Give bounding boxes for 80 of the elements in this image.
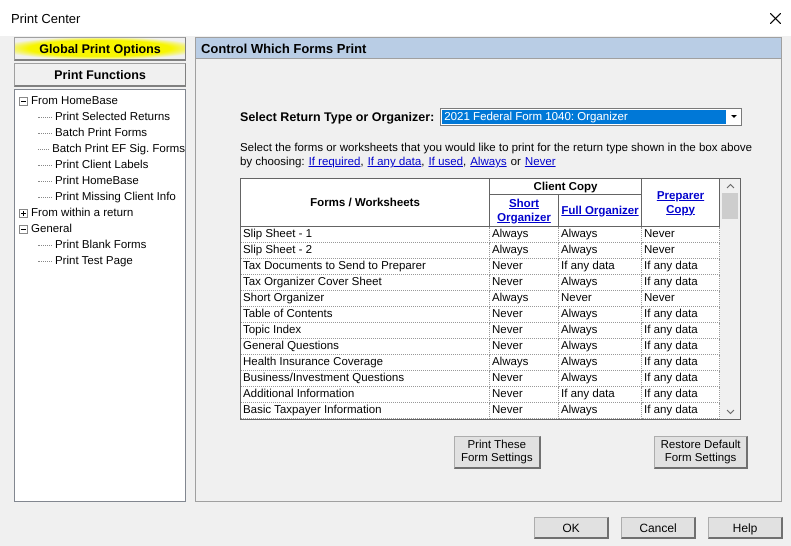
table-cell: Topic Index — [241, 323, 490, 339]
tree-item[interactable]: Print Client Labels — [55, 159, 148, 171]
or-text: or — [510, 155, 521, 169]
choice-link[interactable]: Never — [524, 155, 556, 169]
table-cell: Always — [559, 339, 642, 355]
scrollbar[interactable] — [720, 179, 740, 419]
tree-item[interactable]: Batch Print Forms — [55, 127, 148, 139]
choice-link[interactable]: If required — [308, 155, 360, 169]
tree-item[interactable]: General — [31, 223, 72, 235]
table-cell: Never — [490, 275, 559, 291]
choice-link[interactable]: If used — [428, 155, 464, 169]
table-cell: Always — [559, 323, 642, 339]
comma-text: , — [421, 155, 424, 169]
tree-item[interactable]: Print Selected Returns — [55, 111, 170, 123]
table-cell: Never — [490, 307, 559, 323]
choice-link[interactable]: Always — [470, 155, 507, 169]
close-icon[interactable] — [770, 12, 781, 24]
table-cell: Health Insurance Coverage — [241, 355, 490, 371]
table-cell: Always — [559, 355, 642, 371]
table-cell: Tax Documents to Send to Preparer — [241, 259, 490, 275]
tree-item[interactable]: Print Missing Client Info — [55, 191, 176, 203]
table-cell: Never — [490, 371, 559, 387]
tree-item[interactable]: From within a return — [31, 207, 134, 219]
column-header-link[interactable]: Preparer Copy — [642, 188, 719, 216]
table-cell: Basic Taxpayer Information — [241, 403, 490, 419]
window-title: Print Center — [11, 10, 80, 26]
table-cell: Always — [490, 291, 559, 307]
table-cell: Always — [559, 275, 642, 291]
table-cell: If any data — [559, 387, 642, 403]
tree-item[interactable]: Print Blank Forms — [55, 239, 146, 251]
table-cell: Always — [490, 243, 559, 259]
table-cell: Business/Investment Questions — [241, 371, 490, 387]
table-cell: Slip Sheet - 1 — [241, 227, 490, 243]
tree-item[interactable]: Print HomeBase — [55, 175, 139, 187]
column-group-header: Client Copy — [490, 179, 642, 195]
table-cell: Never — [490, 339, 559, 355]
table-cell: Always — [559, 227, 642, 243]
dialog-button[interactable]: OK — [534, 517, 609, 539]
table-cell: Always — [559, 307, 642, 323]
expand-icon[interactable] — [19, 208, 28, 218]
collapse-icon[interactable] — [19, 224, 28, 234]
table-cell: Always — [490, 227, 559, 243]
table-cell: Never — [490, 387, 559, 403]
table-cell: Never — [490, 323, 559, 339]
column-header-link[interactable]: Full Organizer — [561, 204, 639, 218]
tree-item[interactable]: Print Test Page — [55, 255, 133, 267]
select-label: Select Return Type or Organizer: — [240, 110, 434, 124]
column-header: Forms / Worksheets — [241, 179, 490, 227]
scroll-thumb[interactable] — [722, 193, 738, 219]
choice-link[interactable]: If any data — [368, 155, 422, 169]
sidebar-button[interactable]: Global Print Options — [14, 37, 186, 61]
table-cell: Always — [559, 243, 642, 259]
tree-item[interactable]: Batch Print EF Sig. Forms — [52, 143, 185, 155]
form-settings-button[interactable]: Restore Default Form Settings — [654, 436, 748, 469]
tree-item[interactable]: From HomeBase — [31, 95, 118, 107]
instruction-text: Select the forms or worksheets that you would like to print for the return type shown in the box above — [240, 141, 752, 155]
return-type-dropdown[interactable]: 2021 Federal Form 1040: Organizer — [440, 108, 742, 126]
sidebar-button[interactable]: Print Functions — [14, 63, 186, 87]
table-cell: If any data — [559, 259, 642, 275]
comma-text: , — [463, 155, 466, 169]
comma-text: , — [360, 155, 364, 169]
table-cell: Table of Contents — [241, 307, 490, 323]
panel-title: Control Which Forms Print — [201, 40, 366, 56]
table-cell: Never — [559, 291, 642, 307]
table-cell: Additional Information — [241, 387, 490, 403]
collapse-icon[interactable] — [19, 96, 28, 106]
instruction-text: by choosing: — [240, 155, 305, 169]
table-cell: Never — [490, 259, 559, 275]
table-cell: Tax Organizer Cover Sheet — [241, 275, 490, 291]
table-cell: Always — [559, 403, 642, 419]
table-cell: Short Organizer — [241, 291, 490, 307]
dialog-button[interactable]: Help — [708, 517, 783, 539]
form-settings-button[interactable]: Print These Form Settings — [454, 436, 541, 469]
table-cell: Always — [559, 371, 642, 387]
column-header-link[interactable]: Short Organizer — [490, 196, 558, 224]
dialog-button[interactable]: Cancel — [621, 517, 696, 539]
table-cell: Always — [490, 355, 559, 371]
table-cell: General Questions — [241, 339, 490, 355]
table-cell: Never — [490, 403, 559, 419]
table-cell: Slip Sheet - 2 — [241, 243, 490, 259]
